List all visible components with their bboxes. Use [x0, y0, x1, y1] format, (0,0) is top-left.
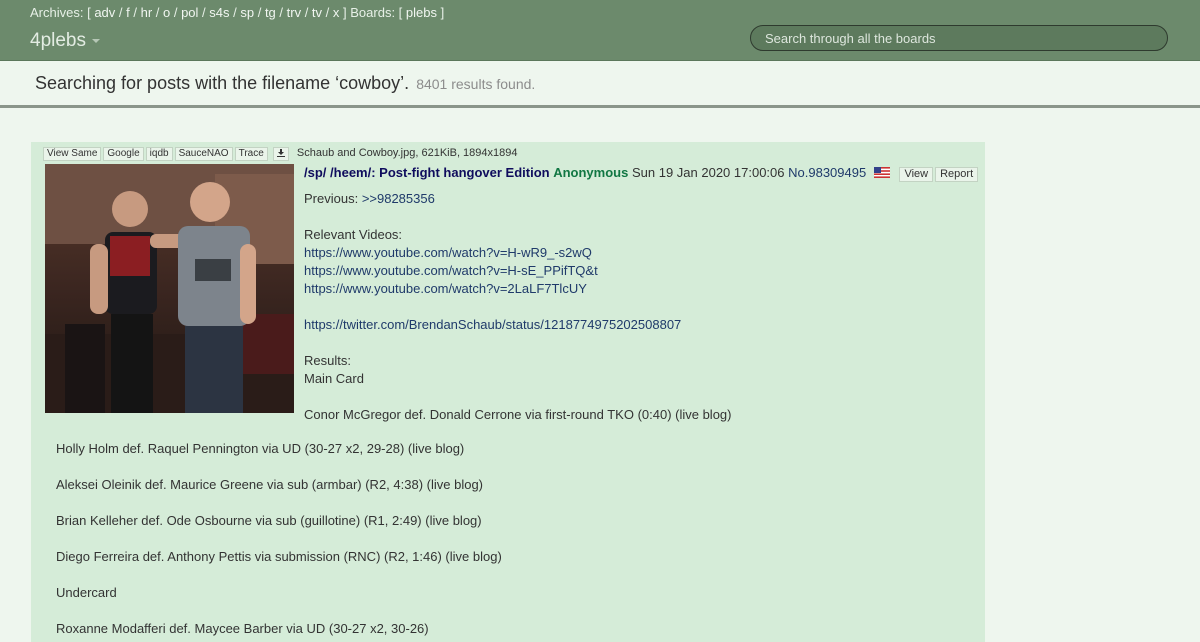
separator: /	[301, 5, 312, 20]
post-body-line	[304, 298, 732, 316]
search-result-post: View Same Google iqdb SauceNAO Trace Schaub …	[31, 142, 985, 642]
separator: /	[254, 5, 265, 20]
archive-links: adv / f / hr / o / pol / s4s / sp / tg /…	[94, 5, 339, 20]
download-button[interactable]	[272, 147, 289, 161]
post-body-line: Results:	[304, 352, 732, 370]
post-body-line	[56, 602, 502, 620]
thumbnail-image[interactable]	[45, 164, 294, 413]
post-subject[interactable]: /heem/: Post-fight hangover Edition	[330, 165, 550, 180]
post-body-bottom: Holly Holm def. Raquel Pennington via UD…	[56, 440, 502, 638]
post-body-line: https://www.youtube.com/watch?v=2LaLF7Tl…	[304, 280, 732, 298]
archive-link-s4s[interactable]: s4s	[209, 5, 229, 20]
separator: /	[129, 5, 141, 20]
archive-link-x[interactable]: x	[333, 5, 340, 20]
post-link[interactable]: https://www.youtube.com/watch?v=H-wR9_-s…	[304, 245, 592, 260]
board-link-plebs[interactable]: plebs	[406, 5, 437, 20]
separator: /	[322, 5, 333, 20]
post-body-top: Previous: >>98285356 Relevant Videos: http…	[304, 190, 732, 424]
report-button[interactable]: Report	[935, 167, 979, 182]
saucenao-button[interactable]: SauceNAO	[174, 147, 233, 161]
archive-link-pol[interactable]: pol	[181, 5, 198, 20]
post-link[interactable]: https://www.youtube.com/watch?v=2LaLF7Tl…	[304, 281, 587, 296]
post-body-line: Undercard	[56, 585, 117, 600]
post-link[interactable]: https://twitter.com/BrendanSchaub/status…	[304, 317, 681, 332]
view-button[interactable]: View	[899, 167, 934, 182]
post-body-line: Previous: >>98285356	[304, 190, 732, 208]
page-title: Searching for posts with the filename ‘c…	[35, 73, 536, 93]
post-header: /sp/ /heem/: Post-fight hangover Edition…	[304, 165, 979, 182]
dropdown-caret-icon[interactable]	[92, 38, 100, 43]
post-body-line	[56, 458, 502, 476]
post-body-line: Brian Kelleher def. Ode Osbourne via sub…	[56, 513, 482, 528]
separator: /	[198, 5, 210, 20]
iqdb-button[interactable]: iqdb	[145, 147, 173, 161]
post-body-line	[56, 566, 502, 584]
post-body-line: Main Card	[304, 370, 732, 388]
search-heading: Searching for posts with the filename ‘c…	[0, 61, 1200, 108]
post-body-line: Aleksei Oleinik def. Maurice Greene via …	[56, 477, 484, 492]
post-body-line: Holly Holm def. Raquel Pennington via UD…	[56, 441, 465, 456]
search-input[interactable]	[750, 25, 1168, 51]
archive-link-tg[interactable]: tg	[265, 5, 276, 20]
post-text: Main Card	[304, 371, 364, 386]
post-author: Anonymous	[553, 165, 629, 180]
post-text: Relevant Videos:	[304, 227, 403, 242]
view-same-button[interactable]: View Same	[43, 147, 102, 161]
post-link[interactable]: >>98285356	[362, 191, 435, 206]
archive-link-hr[interactable]: hr	[141, 5, 153, 20]
post-text: Previous:	[304, 191, 362, 206]
file-search-buttons: View Same Google iqdb SauceNAO Trace	[43, 147, 270, 161]
post-body-line: Conor McGregor def. Donald Cerrone via f…	[304, 406, 732, 424]
download-icon[interactable]	[276, 149, 285, 157]
archive-link-sp[interactable]: sp	[240, 5, 254, 20]
file-toolbar: View Same Google iqdb SauceNAO Trace Schaub …	[43, 147, 518, 161]
post-thumbnail[interactable]	[45, 164, 294, 413]
archive-link-trv[interactable]: trv	[287, 5, 301, 20]
post-number[interactable]: No.98309495	[788, 165, 866, 180]
board-links: plebs	[406, 5, 437, 20]
top-navigation-bar: Archives: [ adv / f / hr / o / pol / s4s…	[0, 0, 1200, 61]
archive-link-tv[interactable]: tv	[312, 5, 322, 20]
post-body-line	[304, 334, 732, 352]
post-body-line: Relevant Videos:	[304, 226, 732, 244]
archive-link-adv[interactable]: adv	[94, 5, 115, 20]
trace-button[interactable]: Trace	[234, 147, 268, 161]
post-body-line: https://www.youtube.com/watch?v=H-wR9_-s…	[304, 244, 732, 262]
results-count: 8401 results found.	[416, 76, 536, 92]
separator: /	[275, 5, 287, 20]
post-body-line	[304, 208, 732, 226]
separator: /	[170, 5, 182, 20]
site-name[interactable]: 4plebs	[30, 30, 86, 51]
post-link[interactable]: https://www.youtube.com/watch?v=H-sE_PPi…	[304, 263, 598, 278]
post-body-line	[304, 388, 732, 406]
google-button[interactable]: Google	[103, 147, 144, 161]
post-body-line: https://www.youtube.com/watch?v=H-sE_PPi…	[304, 262, 732, 280]
site-brand-menu[interactable]: 4plebs	[30, 30, 100, 52]
separator: /	[115, 5, 127, 20]
post-body-line: Roxanne Modafferi def. Maycee Barber via…	[56, 621, 429, 636]
post-body-line	[56, 494, 502, 512]
post-body-line: https://twitter.com/BrendanSchaub/status…	[304, 316, 732, 334]
board-link[interactable]: /sp/	[304, 165, 326, 180]
post-body-line	[56, 530, 502, 548]
separator: /	[152, 5, 163, 20]
post-body-line: Diego Ferreira def. Anthony Pettis via s…	[56, 549, 502, 564]
post-text: Results:	[304, 353, 351, 368]
us-flag-icon	[873, 167, 890, 178]
archives-nav: Archives: [ adv / f / hr / o / pol / s4s…	[30, 5, 445, 20]
post-date: Sun 19 Jan 2020 17:00:06	[631, 165, 785, 180]
post-text: Conor McGregor def. Donald Cerrone via f…	[304, 407, 732, 422]
separator: /	[229, 5, 241, 20]
file-info: Schaub and Cowboy.jpg, 621KiB, 1894x1894	[296, 147, 518, 159]
